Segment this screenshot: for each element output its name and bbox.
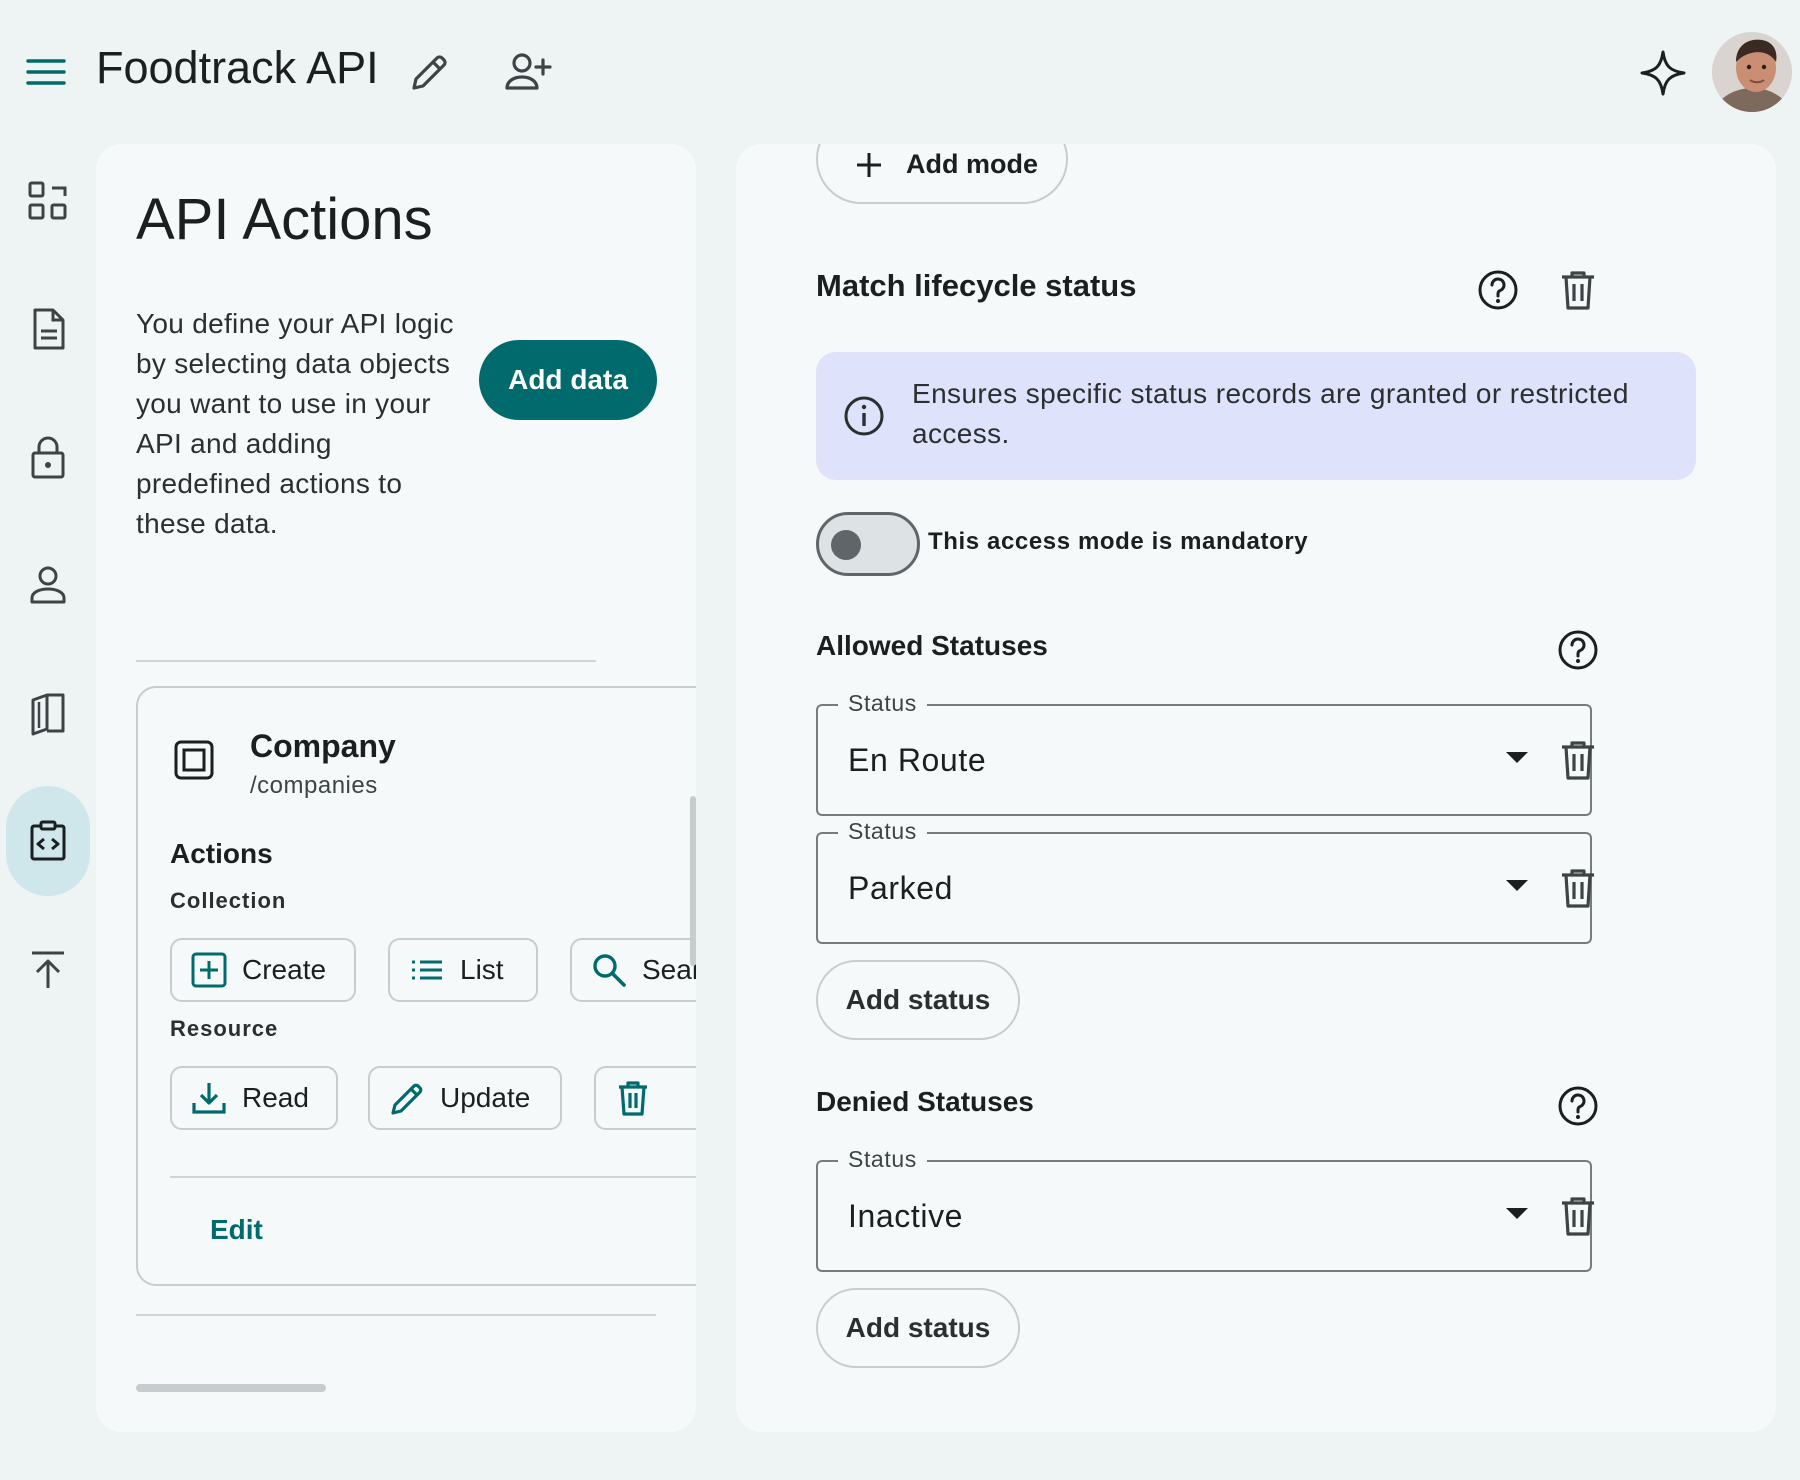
user-avatar[interactable] (1712, 32, 1792, 112)
collection-label: Collection (170, 888, 287, 913)
info-banner: Ensures specific status records are gran… (816, 352, 1696, 480)
rail-item-overview[interactable] (6, 146, 90, 256)
chip-label: List (460, 954, 504, 985)
person-icon (30, 566, 66, 604)
dashboard-icon (28, 181, 67, 220)
delete-status-trash-icon[interactable] (1554, 736, 1602, 784)
add-box-icon (191, 952, 227, 988)
divider (136, 660, 596, 662)
intro-text: You define your API logic by selecting d… (136, 308, 454, 539)
add-mode-label: Add mode (906, 149, 1038, 179)
info-text: Ensures specific status records are gran… (912, 378, 1629, 449)
select-value: En Route (848, 742, 987, 778)
chip-label: Search (642, 954, 696, 985)
select-label: Status (838, 690, 927, 717)
menu-icon[interactable] (26, 52, 66, 92)
delete-mode-trash-icon[interactable] (1554, 266, 1602, 314)
chip-label: Read (242, 1082, 309, 1113)
entity-path: /companies (250, 772, 378, 799)
help-icon[interactable] (1474, 266, 1522, 314)
match-lifecycle-heading: Match lifecycle status (816, 268, 1137, 303)
denied-statuses-heading: Denied Statuses (816, 1086, 1034, 1117)
dropdown-caret-icon (1506, 880, 1528, 891)
edit-entity-link[interactable]: Edit (210, 1214, 263, 1246)
api-actions-panel: API Actions You define your API logic by… (96, 144, 696, 1432)
divider (136, 1314, 656, 1316)
delete-status-trash-icon[interactable] (1554, 1192, 1602, 1240)
dropdown-caret-icon (1506, 1208, 1528, 1219)
list-icon (412, 960, 442, 980)
download-icon (192, 1083, 226, 1114)
resource-label: Resource (170, 1016, 279, 1041)
top-app-bar: Foodtrack API (0, 0, 1800, 140)
code-clipboard-icon (30, 820, 66, 861)
denied-status-select[interactable]: Status Inactive (816, 1146, 1592, 1272)
read-action-chip[interactable]: Read (170, 1066, 338, 1130)
mandatory-toggle-label: This access mode is mandatory (928, 528, 1309, 555)
select-value: Parked (848, 870, 953, 906)
upload-icon (32, 951, 64, 988)
delete-status-trash-icon[interactable] (1554, 864, 1602, 912)
entity-name: Company (250, 728, 396, 764)
rail-item-documents[interactable] (6, 274, 90, 384)
rail-item-users[interactable] (6, 530, 90, 640)
mandatory-toggle[interactable] (816, 512, 920, 576)
access-mode-panel: Add mode Match lifecycle status Ensures … (736, 144, 1776, 1432)
lock-icon (31, 436, 65, 479)
toggle-knob (831, 530, 861, 560)
entity-card: Company /companies Actions Collection Cr… (136, 686, 696, 1286)
rail-item-api-actions[interactable] (6, 786, 90, 896)
help-icon[interactable] (1554, 626, 1602, 674)
allowed-status-select[interactable]: Status Parked (816, 818, 1592, 944)
add-mode-button[interactable]: Add mode (816, 144, 1068, 204)
horizontal-scrollbar[interactable] (136, 1384, 326, 1392)
add-data-button[interactable]: Add data (479, 340, 657, 420)
chip-label: Create (242, 954, 327, 985)
update-action-chip[interactable]: Update (368, 1066, 562, 1130)
select-label: Status (838, 818, 927, 845)
select-value: Inactive (848, 1198, 964, 1234)
trash-icon (619, 1081, 647, 1116)
rail-item-publish[interactable] (6, 914, 90, 1024)
add-denied-status-button[interactable]: Add status (816, 1288, 1020, 1368)
rail-item-security[interactable] (6, 402, 90, 512)
list-action-chip[interactable]: List (388, 938, 538, 1002)
delete-action-chip[interactable] (594, 1066, 696, 1130)
edit-pencil-icon[interactable] (408, 50, 452, 94)
add-allowed-status-button[interactable]: Add status (816, 960, 1020, 1040)
create-action-chip[interactable]: Create (170, 938, 356, 1002)
search-icon (593, 954, 626, 987)
dropdown-caret-icon (1506, 752, 1528, 763)
sparkle-icon[interactable] (1638, 48, 1688, 98)
actions-heading: Actions (170, 838, 273, 869)
app-title: Foodtrack API (96, 42, 379, 93)
allowed-statuses-heading: Allowed Statuses (816, 630, 1048, 661)
allowed-status-select[interactable]: Status En Route (816, 690, 1592, 816)
help-icon[interactable] (1554, 1082, 1602, 1130)
book-icon (31, 693, 65, 736)
entity-object-icon (172, 738, 216, 782)
search-action-chip[interactable]: Search (570, 938, 696, 1002)
add-person-icon[interactable] (504, 50, 552, 94)
document-icon (33, 308, 65, 350)
card-divider (170, 1176, 696, 1178)
rail-item-library[interactable] (6, 658, 90, 768)
page-title: API Actions (136, 187, 433, 252)
pencil-icon (391, 1083, 423, 1115)
info-icon (844, 396, 884, 436)
chip-label: Update (440, 1082, 531, 1113)
plus-icon (857, 153, 881, 177)
select-label: Status (838, 1146, 927, 1173)
vertical-scrollbar[interactable] (690, 796, 696, 966)
